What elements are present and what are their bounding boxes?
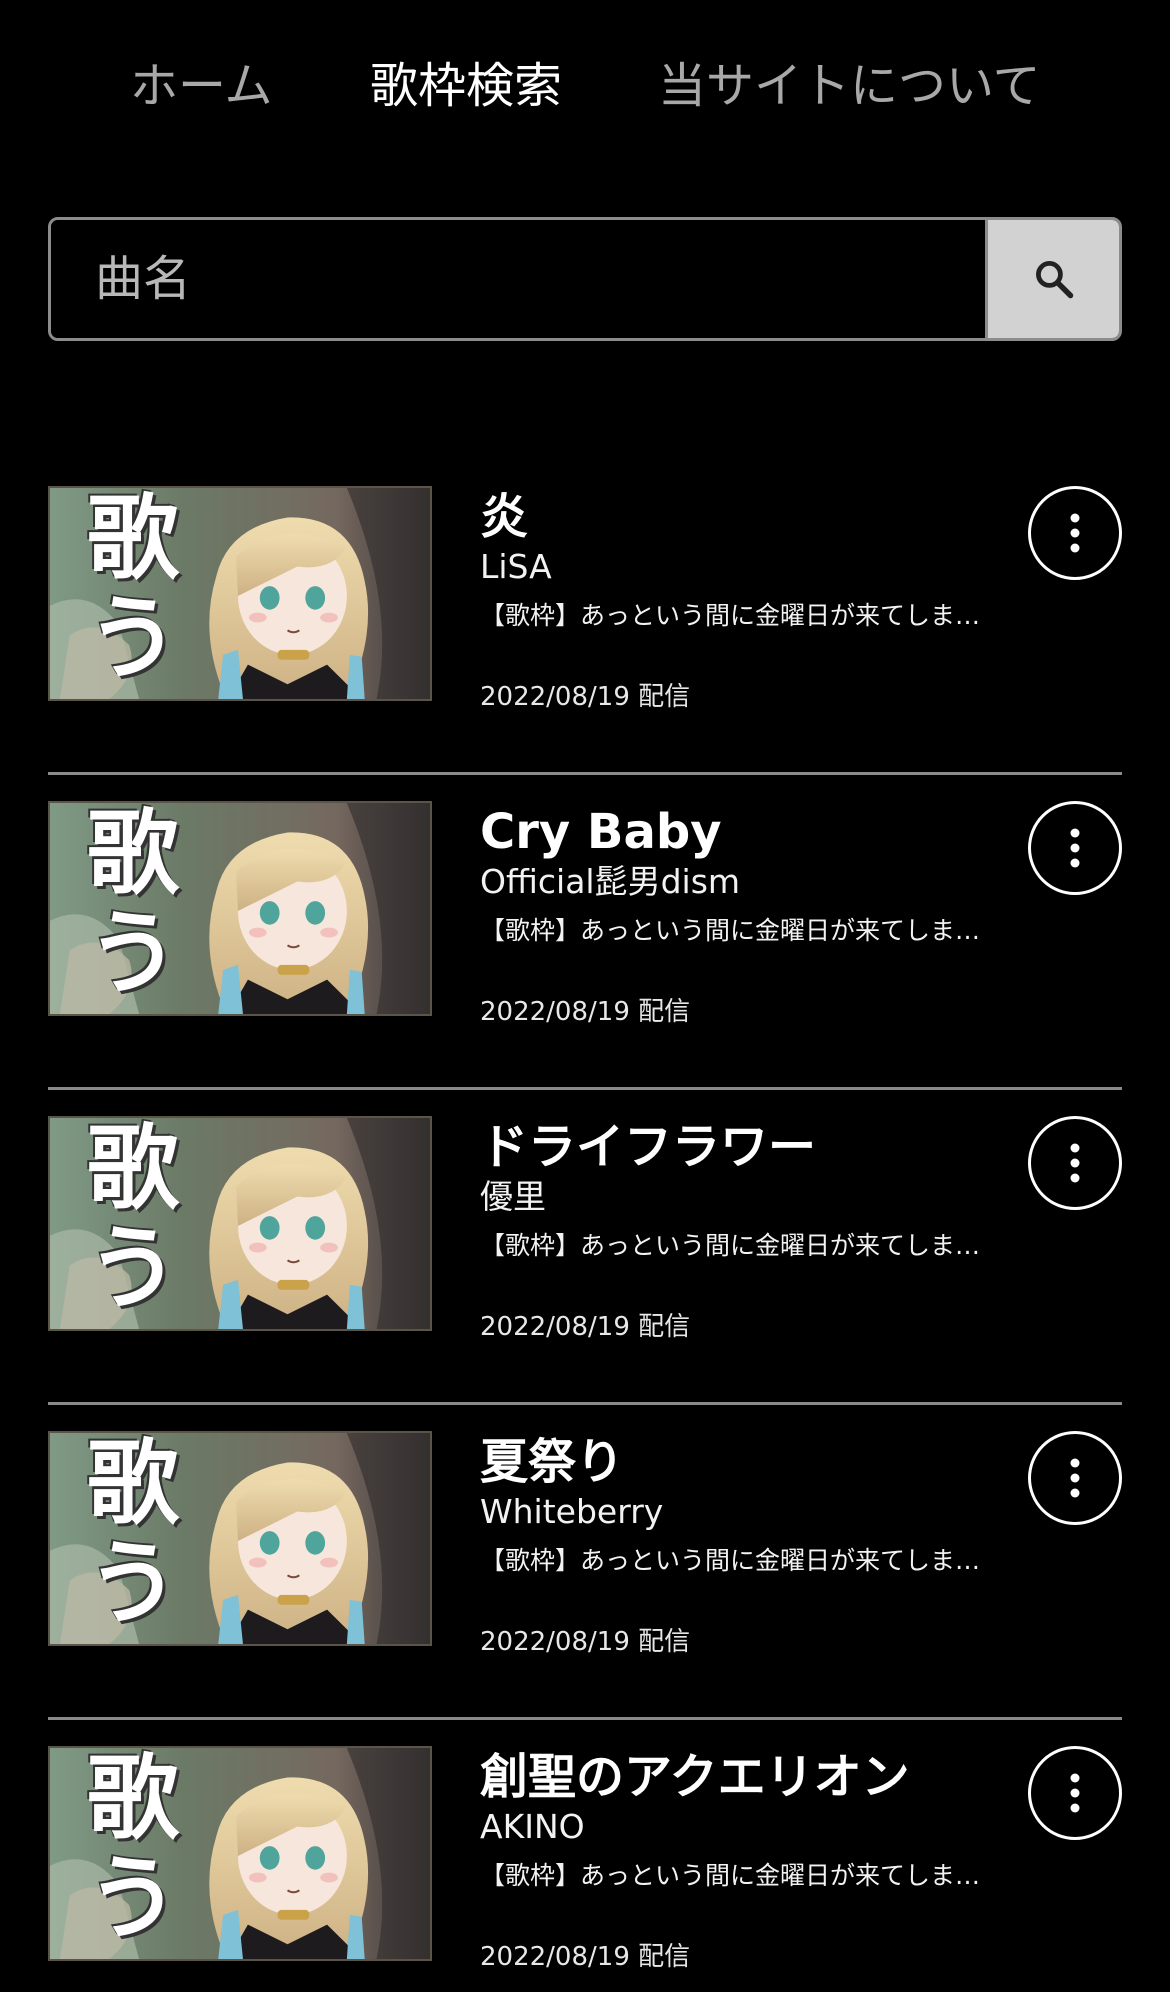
thumbnail-text: 歌う: [86, 1431, 179, 1637]
song-title[interactable]: 炎: [480, 488, 1070, 546]
stream-title: 【歌枠】あっという間に金曜日が来てしま…: [480, 601, 981, 630]
more-vert-icon: [1070, 1773, 1080, 1813]
stream-title: 【歌枠】あっという間に金曜日が来てしま…: [480, 1546, 981, 1575]
video-thumbnail[interactable]: 歌う: [48, 1116, 432, 1331]
more-options-button[interactable]: [1028, 1431, 1122, 1525]
thumbnail-text: 歌う: [86, 1116, 179, 1322]
video-thumbnail[interactable]: 歌う: [48, 801, 432, 1016]
stream-date: 2022/08/19 配信: [480, 1312, 691, 1342]
search-button[interactable]: [985, 220, 1119, 338]
thumbnail-text: 歌う: [86, 1746, 179, 1952]
nav-home[interactable]: ホーム: [130, 50, 273, 122]
stream-title: 【歌枠】あっという間に金曜日が来てしま…: [480, 1861, 981, 1890]
list-item[interactable]: 歌う ドライフラワー 優里 【歌枠】あっという間に金曜日が来てしま… 2022/…: [48, 1090, 1122, 1405]
thumbnail-text: 歌う: [86, 801, 179, 1007]
artist-name: Whiteberry: [480, 1492, 664, 1531]
song-info: Cry Baby Official髭男dism 【歌枠】あっという間に金曜日が来…: [480, 803, 1070, 1029]
stream-date: 2022/08/19 配信: [480, 1942, 691, 1972]
song-list: 歌う 炎 LiSA 【歌枠】あっという間に金曜日が来てしま… 2022/08/1…: [48, 460, 1122, 1992]
video-thumbnail[interactable]: 歌う: [48, 486, 432, 701]
video-thumbnail[interactable]: 歌う: [48, 1746, 432, 1961]
stream-title: 【歌枠】あっという間に金曜日が来てしま…: [480, 916, 981, 945]
stream-date: 2022/08/19 配信: [480, 682, 691, 712]
more-options-button[interactable]: [1028, 1116, 1122, 1210]
song-title[interactable]: ドライフラワー: [480, 1118, 1070, 1176]
more-vert-icon: [1070, 828, 1080, 868]
artist-name: LiSA: [480, 547, 552, 586]
more-vert-icon: [1070, 1143, 1080, 1183]
more-vert-icon: [1070, 1458, 1080, 1498]
top-nav: ホーム 歌枠検索 当サイトについて: [0, 0, 1170, 170]
nav-song-search[interactable]: 歌枠検索: [370, 50, 562, 122]
stream-date: 2022/08/19 配信: [480, 997, 691, 1027]
search-icon: [1035, 261, 1073, 299]
stream-date: 2022/08/19 配信: [480, 1627, 691, 1657]
song-title[interactable]: 夏祭り: [480, 1433, 1070, 1491]
more-vert-icon: [1070, 513, 1080, 553]
song-info: ドライフラワー 優里 【歌枠】あっという間に金曜日が来てしま… 2022/08/…: [480, 1118, 1070, 1344]
stream-title: 【歌枠】あっという間に金曜日が来てしま…: [480, 1231, 981, 1260]
song-title[interactable]: 創聖のアクエリオン: [480, 1748, 1070, 1806]
list-item[interactable]: 歌う Cry Baby Official髭男dism 【歌枠】あっという間に金曜…: [48, 775, 1122, 1090]
song-info: 夏祭り Whiteberry 【歌枠】あっという間に金曜日が来てしま… 2022…: [480, 1433, 1070, 1659]
search-bar: [48, 217, 1122, 341]
artist-name: Official髭男dism: [480, 862, 741, 901]
list-item[interactable]: 歌う 夏祭り Whiteberry 【歌枠】あっという間に金曜日が来てしま… 2…: [48, 1405, 1122, 1720]
song-title[interactable]: Cry Baby: [480, 803, 1070, 861]
artist-name: 優里: [480, 1177, 546, 1216]
video-thumbnail[interactable]: 歌う: [48, 1431, 432, 1646]
artist-name: AKINO: [480, 1807, 585, 1846]
list-item[interactable]: 歌う 炎 LiSA 【歌枠】あっという間に金曜日が来てしま… 2022/08/1…: [48, 460, 1122, 775]
more-options-button[interactable]: [1028, 1746, 1122, 1840]
search-input[interactable]: [51, 220, 985, 338]
thumbnail-text: 歌う: [86, 486, 179, 692]
song-info: 創聖のアクエリオン AKINO 【歌枠】あっという間に金曜日が来てしま… 202…: [480, 1748, 1070, 1974]
nav-about[interactable]: 当サイトについて: [658, 50, 1041, 122]
list-item[interactable]: 歌う 創聖のアクエリオン AKINO 【歌枠】あっという間に金曜日が来てしま… …: [48, 1720, 1122, 1992]
more-options-button[interactable]: [1028, 801, 1122, 895]
song-info: 炎 LiSA 【歌枠】あっという間に金曜日が来てしま… 2022/08/19 配…: [480, 488, 1070, 714]
more-options-button[interactable]: [1028, 486, 1122, 580]
